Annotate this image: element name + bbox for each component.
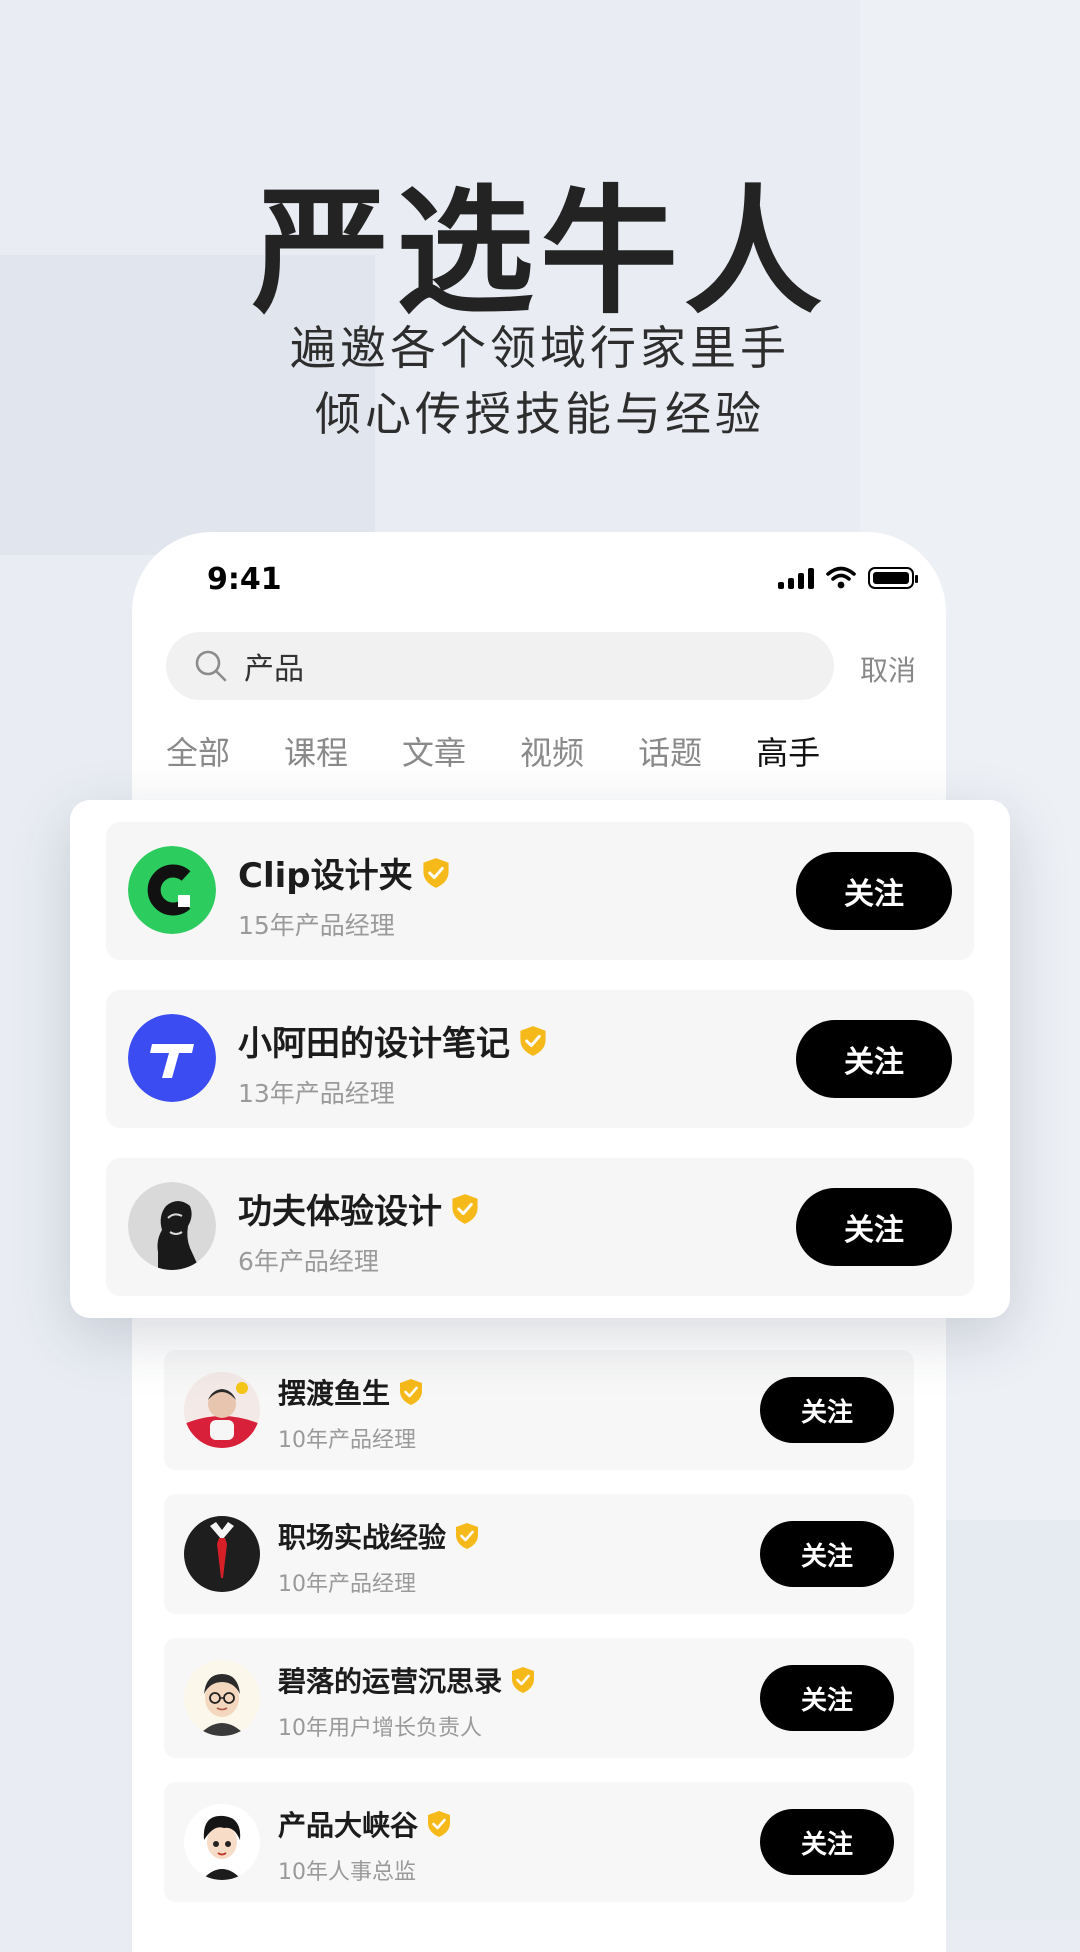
search-icon (195, 650, 227, 682)
portrait-sketch-icon (128, 1182, 216, 1270)
user-name: 产品大峡谷 (278, 1804, 452, 1844)
user-description: 10年人事总监 (278, 1860, 416, 1885)
verified-icon (512, 1667, 535, 1693)
avatar-portrait-icon (184, 1372, 260, 1448)
follow-button[interactable]: 关注 (796, 1188, 952, 1266)
user-name: 小阿田的设计笔记 (238, 1016, 548, 1065)
battery-icon (868, 567, 918, 589)
user-name: Clip设计夹 (238, 848, 451, 897)
clip-logo-icon (128, 846, 216, 934)
user-description: 13年产品经理 (238, 1079, 395, 1108)
follow-button[interactable]: 关注 (796, 1020, 952, 1098)
list-item[interactable]: 碧落的运营沉思录 10年用户增长负责人 关注 (164, 1638, 914, 1758)
verified-icon (452, 1193, 478, 1224)
avatar-cartoon-boy-icon (184, 1804, 260, 1880)
tab-experts[interactable]: 高手 (756, 728, 820, 774)
page-title: 严选牛人 (251, 172, 828, 333)
avatar (128, 846, 216, 934)
verified-icon (423, 857, 449, 888)
follow-button[interactable]: 关注 (760, 1809, 894, 1875)
wifi-icon (826, 566, 856, 589)
avatar (184, 1516, 260, 1592)
list-item[interactable]: Clip设计夹 15年产品经理 关注 (106, 822, 974, 960)
follow-button[interactable]: 关注 (796, 852, 952, 930)
user-name: 功夫体验设计 (238, 1184, 480, 1233)
verified-icon (428, 1811, 451, 1837)
category-tabs: 全部 课程 文章 视频 话题 高手 (166, 728, 874, 774)
tab-all[interactable]: 全部 (166, 728, 230, 774)
avatar (184, 1372, 260, 1448)
user-name: 摆渡鱼生 (278, 1372, 424, 1412)
avatar-cartoon-glasses-icon (184, 1660, 260, 1736)
page-subtitle-line2: 倾心传授技能与经验 (315, 387, 765, 441)
user-description: 10年用户增长负责人 (278, 1716, 482, 1741)
follow-button[interactable]: 关注 (760, 1665, 894, 1731)
featured-experts-card: Clip设计夹 15年产品经理 关注 小阿田的设计笔记 13年产品经理 关注 功… (70, 800, 1010, 1318)
verified-icon (456, 1523, 479, 1549)
tab-videos[interactable]: 视频 (520, 728, 584, 774)
t-logo-icon (128, 1014, 216, 1102)
list-item[interactable]: 摆渡鱼生 10年产品经理 关注 (164, 1350, 914, 1470)
avatar (184, 1660, 260, 1736)
user-name: 职场实战经验 (278, 1516, 480, 1556)
avatar (184, 1804, 260, 1880)
verified-icon (520, 1025, 546, 1056)
list-item[interactable]: 职场实战经验 10年产品经理 关注 (164, 1494, 914, 1614)
cancel-button[interactable]: 取消 (860, 649, 916, 689)
tab-topics[interactable]: 话题 (638, 728, 702, 774)
user-description: 10年产品经理 (278, 1428, 416, 1453)
user-description: 10年产品经理 (278, 1572, 416, 1597)
page-subtitle-line1: 遍邀各个领域行家里手 (290, 321, 790, 375)
tab-courses[interactable]: 课程 (284, 728, 348, 774)
follow-button[interactable]: 关注 (760, 1521, 894, 1587)
avatar (128, 1182, 216, 1270)
search-input[interactable]: 产品 (244, 644, 304, 688)
user-description: 15年产品经理 (238, 911, 395, 940)
status-icons (778, 566, 918, 590)
list-item[interactable]: 小阿田的设计笔记 13年产品经理 关注 (106, 990, 974, 1128)
list-item[interactable]: 功夫体验设计 6年产品经理 关注 (106, 1158, 974, 1296)
avatar-suit-tie-icon (184, 1516, 260, 1592)
tab-articles[interactable]: 文章 (402, 728, 466, 774)
signal-icon (778, 567, 814, 589)
verified-icon (400, 1379, 423, 1405)
user-description: 6年产品经理 (238, 1247, 379, 1276)
status-time: 9:41 (207, 562, 282, 597)
list-item[interactable]: 产品大峡谷 10年人事总监 关注 (164, 1782, 914, 1902)
user-name: 碧落的运营沉思录 (278, 1660, 536, 1700)
search-bar[interactable]: 产品 (166, 632, 834, 700)
follow-button[interactable]: 关注 (760, 1377, 894, 1443)
avatar (128, 1014, 216, 1102)
